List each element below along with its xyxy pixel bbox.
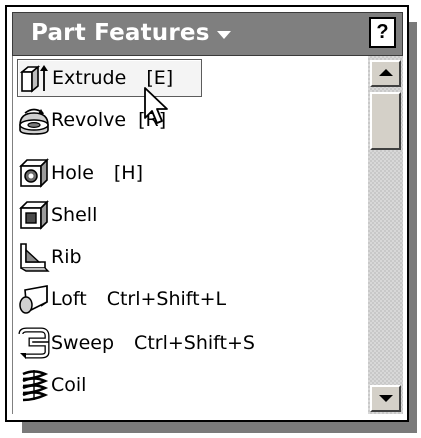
item-shortcut: [H] bbox=[113, 162, 144, 184]
item-label: Shell bbox=[51, 204, 98, 226]
item-shortcut: Ctrl+Shift+S bbox=[134, 332, 255, 354]
list-item-sweep[interactable]: Sweep Ctrl+Shift+S bbox=[17, 324, 255, 362]
list-item-shell[interactable]: Shell bbox=[17, 196, 97, 234]
item-label: Sweep bbox=[51, 332, 115, 354]
scroll-up-button[interactable] bbox=[370, 60, 401, 87]
item-label: Revolve bbox=[51, 109, 127, 131]
item-label: Hole bbox=[51, 162, 94, 184]
item-label: Rib bbox=[51, 246, 82, 268]
panel-header[interactable]: Part Features ? bbox=[12, 12, 403, 56]
help-button[interactable]: ? bbox=[369, 17, 396, 48]
list-item-extrude[interactable]: Extrude [E] bbox=[17, 59, 202, 97]
panel-title[interactable]: Part Features bbox=[31, 20, 210, 46]
arrow-down-icon bbox=[379, 395, 393, 402]
rib-icon bbox=[17, 240, 51, 274]
item-shortcut: Ctrl+Shift+L bbox=[106, 288, 227, 310]
scroll-down-button[interactable] bbox=[370, 385, 401, 412]
item-label: Extrude bbox=[52, 67, 127, 89]
extrude-icon bbox=[18, 61, 52, 95]
dropdown-arrow-icon[interactable] bbox=[217, 31, 231, 39]
item-label: Coil bbox=[51, 374, 87, 396]
shell-icon bbox=[17, 198, 51, 232]
arrow-up-icon bbox=[379, 69, 393, 76]
hole-icon bbox=[17, 156, 51, 190]
feature-list: Extrude [E] Revolve [R] Hole [H] Shell R… bbox=[12, 56, 368, 414]
item-label: Loft bbox=[51, 288, 87, 310]
scroll-thumb[interactable] bbox=[370, 92, 401, 150]
loft-icon bbox=[17, 282, 51, 316]
list-item-coil[interactable]: Coil bbox=[17, 366, 86, 404]
revolve-icon bbox=[17, 103, 51, 137]
vertical-scrollbar[interactable] bbox=[368, 56, 403, 414]
sweep-icon bbox=[17, 326, 51, 360]
mouse-pointer-icon bbox=[143, 86, 169, 130]
list-item-loft[interactable]: Loft Ctrl+Shift+L bbox=[17, 280, 226, 318]
list-item-hole[interactable]: Hole [H] bbox=[17, 154, 143, 192]
coil-icon bbox=[17, 368, 51, 402]
list-item-rib[interactable]: Rib bbox=[17, 238, 82, 276]
